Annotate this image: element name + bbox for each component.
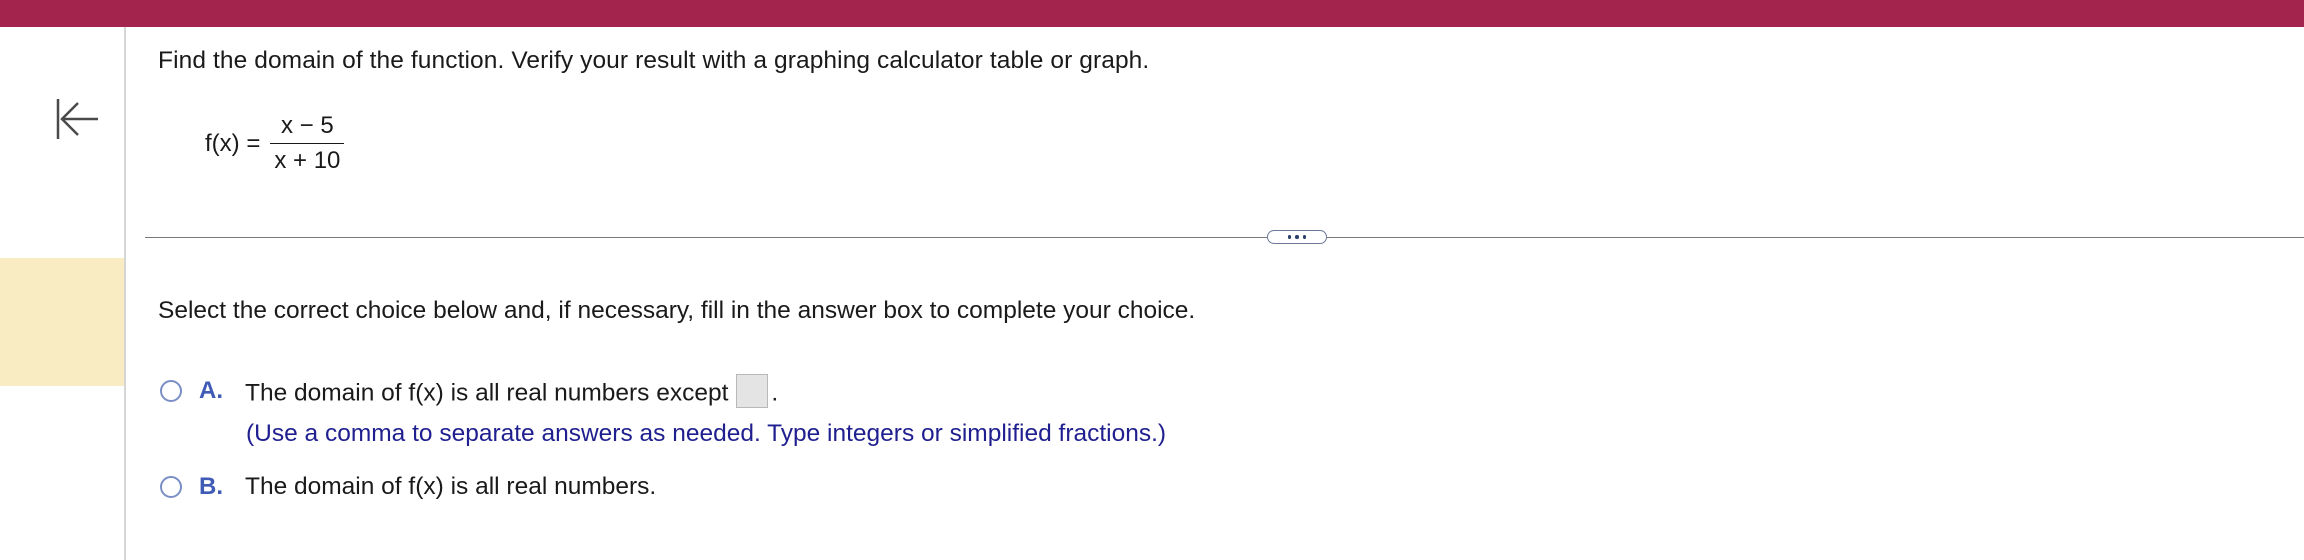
choice-a-text: The domain of f(x) is all real numbers e… bbox=[245, 379, 729, 407]
fraction: x − 5 x + 10 bbox=[270, 112, 345, 175]
question-prompt: Find the domain of the function. Verify … bbox=[158, 47, 1150, 74]
collapse-sidebar-button[interactable] bbox=[52, 93, 104, 145]
top-bar bbox=[0, 0, 2304, 27]
answer-input-box[interactable] bbox=[736, 374, 769, 408]
function-expression: f(x) = x − 5 x + 10 bbox=[205, 112, 345, 175]
choice-text: The domain of f(x) is all real numbers e… bbox=[245, 374, 779, 411]
choice-b[interactable]: B. The domain of f(x) is all real number… bbox=[160, 473, 656, 501]
choice-letter: A. bbox=[199, 377, 223, 404]
numerator: x − 5 bbox=[281, 112, 334, 139]
radio-choice-a[interactable] bbox=[160, 380, 182, 402]
arrow-left-to-bar-icon bbox=[56, 99, 98, 139]
active-question-highlight bbox=[0, 258, 124, 386]
ellipsis-icon bbox=[1287, 235, 1292, 239]
answer-hint: (Use a comma to separate answers as need… bbox=[246, 420, 1167, 447]
choice-a-suffix: . bbox=[771, 379, 779, 407]
expand-more-button[interactable] bbox=[1267, 230, 1327, 244]
choice-letter: B. bbox=[199, 473, 223, 500]
denominator: x + 10 bbox=[270, 143, 345, 175]
instruction-text: Select the correct choice below and, if … bbox=[158, 297, 1196, 324]
section-divider bbox=[145, 237, 2304, 238]
radio-choice-b[interactable] bbox=[160, 476, 182, 498]
function-name: f(x) = bbox=[205, 129, 261, 157]
choice-a[interactable]: A. The domain of f(x) is all real number… bbox=[160, 374, 779, 411]
choice-b-text: The domain of f(x) is all real numbers. bbox=[245, 473, 657, 500]
